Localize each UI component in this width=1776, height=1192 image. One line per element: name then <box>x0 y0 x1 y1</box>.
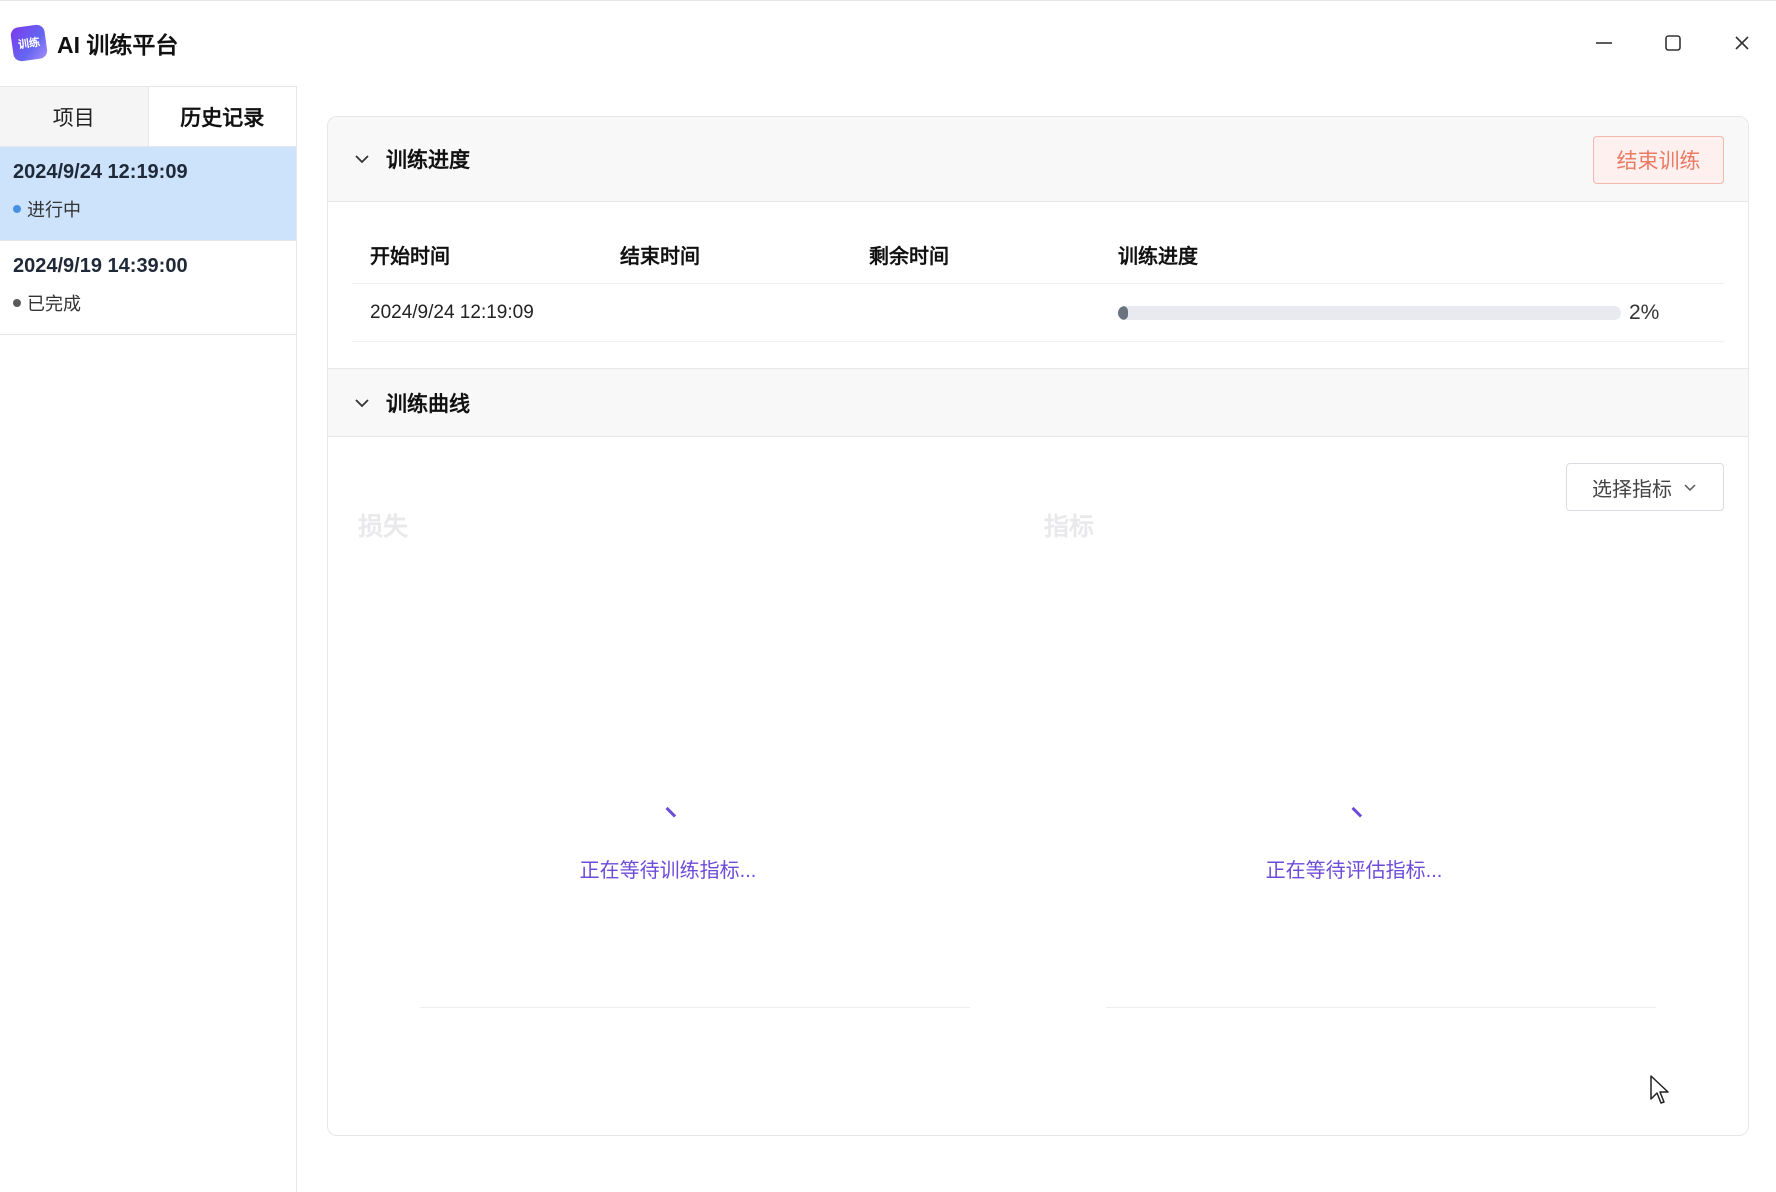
progress-section-header: 训练进度 结束训练 <box>328 117 1748 202</box>
minimize-button[interactable] <box>1569 1 1638 85</box>
close-button[interactable] <box>1707 1 1776 85</box>
history-status-label: 已完成 <box>27 294 81 314</box>
column-header: 剩余时间 <box>869 246 949 268</box>
app-logo: 训练 <box>9 23 49 62</box>
table-header-row: 开始时间 结束时间 剩余时间 训练进度 <box>352 226 1724 284</box>
loading-spinner-icon <box>1351 800 1369 818</box>
metric-select[interactable]: 选择指标 <box>1566 463 1724 511</box>
curve-section-title: 训练曲线 <box>386 392 470 416</box>
progress-percent: 2% <box>1629 300 1660 324</box>
minimize-icon <box>1595 42 1612 44</box>
chevron-down-icon <box>355 155 369 164</box>
tab-history[interactable]: 历史记录 <box>148 87 296 146</box>
maximize-button[interactable] <box>1638 1 1707 85</box>
loss-waiting-text: 正在等待训练指标... <box>579 860 757 882</box>
column-header: 结束时间 <box>620 246 700 268</box>
sidebar-tabs: 项目 历史记录 <box>0 86 296 147</box>
loading-spinner-icon <box>665 800 683 818</box>
history-date: 2024/9/24 12:19:09 <box>13 161 188 183</box>
tab-projects[interactable]: 项目 <box>0 87 149 146</box>
curve-area: 选择指标 损失 正在等待训练指标... 指标 正在等待评估指标... <box>328 437 1748 1135</box>
history-status: 已完成 <box>13 290 283 316</box>
history-item[interactable]: 2024/9/24 12:19:09 进行中 <box>0 147 296 241</box>
close-icon <box>1734 36 1749 50</box>
progress-table: 开始时间 结束时间 剩余时间 训练进度 2024/9/24 12:19:09 2… <box>352 226 1724 344</box>
column-header: 训练进度 <box>1118 246 1198 268</box>
progress-cell: 2% <box>1102 301 1724 325</box>
history-item[interactable]: 2024/9/19 14:39:00 已完成 <box>0 241 296 335</box>
column-header: 开始时间 <box>370 246 450 268</box>
app-title: AI 训练平台 <box>57 31 179 58</box>
start-time-cell: 2024/9/24 12:19:09 <box>370 301 534 323</box>
title-bar: 训练 AI 训练平台 <box>0 0 1776 84</box>
metric-select-label: 选择指标 <box>1592 478 1672 501</box>
progress-bar-fill <box>1118 305 1129 320</box>
metric-chart-title: 指标 <box>1044 513 1095 541</box>
table-row: 2024/9/24 12:19:09 2% <box>352 284 1724 342</box>
chevron-down-icon <box>1684 484 1696 492</box>
loss-chart-panel: 损失 正在等待训练指标... <box>358 507 978 1007</box>
maximize-icon <box>1664 35 1681 51</box>
mouse-cursor-icon <box>1650 1075 1669 1104</box>
window-controls <box>1569 1 1776 85</box>
status-dot-icon <box>13 299 21 307</box>
collapse-progress-button[interactable] <box>352 149 372 169</box>
collapse-curve-button[interactable] <box>352 393 372 413</box>
metric-chart-baseline <box>1106 1007 1656 1008</box>
history-status: 进行中 <box>13 196 283 222</box>
metric-chart-panel: 指标 正在等待评估指标... <box>1044 507 1664 1007</box>
progress-bar <box>1118 305 1621 320</box>
progress-section-title: 训练进度 <box>386 149 470 172</box>
loss-chart-title: 损失 <box>358 513 409 541</box>
history-date: 2024/9/19 14:39:00 <box>13 255 188 277</box>
chevron-down-icon <box>355 398 369 407</box>
sidebar: 项目 历史记录 2024/9/24 12:19:09 进行中 2024/9/19… <box>0 86 297 1192</box>
loss-chart-baseline <box>420 1007 970 1008</box>
metric-waiting-text: 正在等待评估指标... <box>1265 860 1443 882</box>
training-card: 训练进度 结束训练 开始时间 结束时间 剩余时间 训练进度 2024/9/24 … <box>327 116 1749 1136</box>
status-dot-icon <box>13 205 21 213</box>
end-training-button[interactable]: 结束训练 <box>1593 136 1724 184</box>
history-status-label: 进行中 <box>27 200 81 220</box>
curve-section-header: 训练曲线 <box>328 368 1748 437</box>
